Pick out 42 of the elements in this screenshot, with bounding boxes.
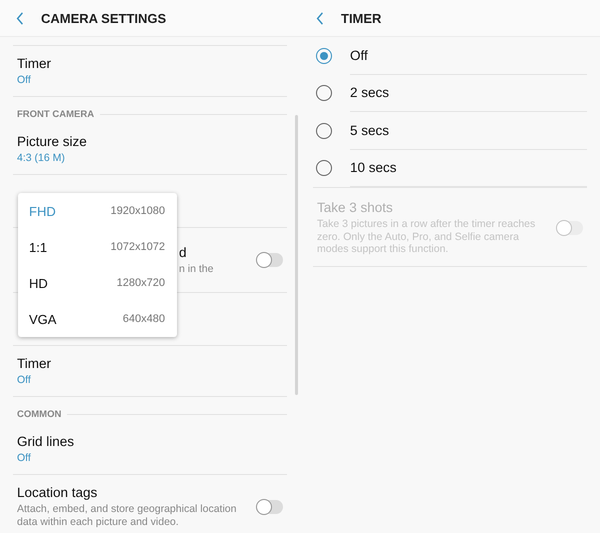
setting-title[interactable]: Timer: [17, 56, 283, 71]
radio-button[interactable]: [316, 85, 332, 102]
setting-title[interactable]: Timer: [17, 356, 283, 371]
menu-item-label: HD: [29, 276, 48, 290]
setting-title[interactable]: Grid lines: [17, 434, 283, 449]
setting-title[interactable]: Location tags: [17, 485, 257, 500]
radio-button[interactable]: [316, 48, 332, 64]
menu-item-label: 1:1: [29, 240, 48, 254]
section-header: COMMON: [17, 409, 62, 420]
section-header: FRONT CAMERA: [17, 109, 94, 120]
menu-item-label: FHD: [29, 204, 56, 218]
setting-value: 4:3 (16 M): [17, 152, 66, 164]
option-label[interactable]: Off: [350, 37, 587, 74]
menu-item[interactable]: HD 1280x720: [18, 265, 177, 301]
setting-value: Off: [17, 452, 32, 464]
setting-description: Attach, embed, and store geographical location data within each picture and video.: [17, 503, 238, 528]
option-label[interactable]: 5 secs: [350, 112, 587, 150]
menu-item-label: VGA: [29, 312, 56, 326]
menu-item-resolution: 1280x720: [116, 277, 165, 289]
back-icon[interactable]: [16, 12, 24, 24]
toggle-switch[interactable]: [257, 500, 283, 514]
menu-item-resolution: 1920x1080: [110, 205, 165, 217]
setting-title[interactable]: Picture size: [17, 134, 283, 149]
setting-value: Off: [17, 374, 32, 386]
scrollbar[interactable]: [295, 115, 298, 395]
menu-item[interactable]: 1:1 1072x1072: [18, 229, 177, 265]
menu-item-resolution: 1072x1072: [110, 241, 165, 253]
setting-title: d: [179, 244, 188, 260]
screen-title: CAMERA SETTINGS: [41, 10, 166, 26]
option-label[interactable]: 2 secs: [350, 74, 587, 112]
menu-item[interactable]: FHD 1920x1080: [18, 193, 177, 229]
option-label[interactable]: 10 secs: [350, 150, 587, 187]
setting-value: Off: [17, 74, 32, 86]
setting-title: Take 3 shots: [317, 200, 394, 215]
toggle-switch[interactable]: [257, 253, 283, 267]
radio-button[interactable]: [316, 160, 332, 176]
menu-item[interactable]: VGA 640x480: [18, 301, 177, 337]
screen-title: TIMER: [341, 10, 382, 26]
menu-item-resolution: 640x480: [122, 313, 165, 325]
radio-button[interactable]: [316, 122, 332, 139]
back-icon[interactable]: [316, 12, 324, 24]
setting-description: n in the: [179, 262, 214, 276]
